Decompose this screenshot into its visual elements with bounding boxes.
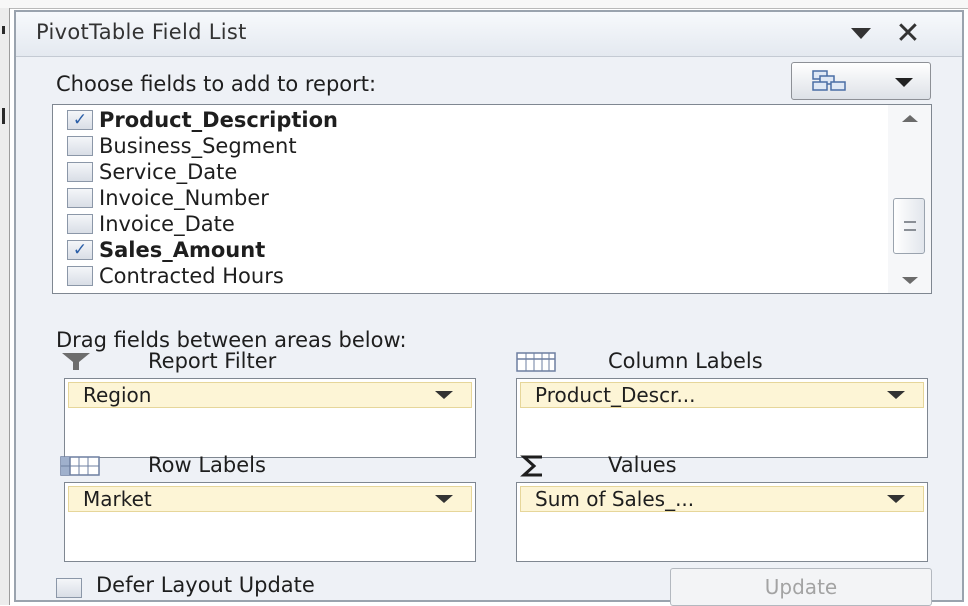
field-item-product-description[interactable]: ✓ Product_Description — [53, 107, 873, 133]
sigma-icon — [520, 455, 542, 477]
area-item-label: Sum of Sales_... — [535, 487, 695, 511]
field-label: Sales_Amount — [99, 238, 266, 262]
scroll-up-icon[interactable] — [902, 115, 918, 122]
field-item-invoice-number[interactable]: Invoice_Number — [53, 185, 873, 211]
field-item-business-segment[interactable]: Business_Segment — [53, 133, 873, 159]
close-icon[interactable]: ✕ — [888, 16, 928, 52]
chevron-down-icon[interactable] — [887, 391, 905, 399]
field-label: Contracted Hours — [99, 264, 284, 288]
field-list-scrollbar[interactable] — [888, 105, 931, 293]
left-edge-mark — [2, 26, 5, 34]
scroll-down-icon[interactable] — [902, 277, 918, 284]
row-labels-header: Row Labels — [148, 453, 266, 477]
field-list-layout-icon — [812, 70, 846, 91]
field-label: Business_Segment — [99, 134, 297, 158]
values-item[interactable]: Sum of Sales_... — [520, 486, 924, 512]
left-edge-mark — [2, 108, 5, 124]
field-item-invoice-date[interactable]: Invoice_Date — [53, 211, 873, 237]
values-header: Values — [608, 453, 677, 477]
report-filter-item[interactable]: Region — [68, 382, 472, 408]
field-list-layout-button[interactable] — [791, 62, 931, 100]
pivottable-field-list-panel: PivotTable Field List ✕ Choose fields to… — [14, 10, 964, 606]
window-left-edge — [0, 8, 10, 605]
chevron-down-icon[interactable] — [887, 495, 905, 503]
chevron-down-icon[interactable] — [435, 495, 453, 503]
update-button[interactable]: Update — [670, 568, 932, 606]
chevron-down-icon — [895, 78, 913, 87]
values-area[interactable]: Sum of Sales_... — [516, 482, 928, 562]
scroll-thumb[interactable] — [893, 198, 925, 254]
report-filter-header: Report Filter — [148, 349, 277, 373]
column-labels-header: Column Labels — [608, 349, 763, 373]
row-labels-item[interactable]: Market — [68, 486, 472, 512]
field-checkbox[interactable] — [67, 214, 93, 234]
field-label: Invoice_Date — [99, 212, 235, 236]
chevron-down-icon[interactable] — [435, 391, 453, 399]
panel-title-bar[interactable]: PivotTable Field List ✕ — [16, 12, 962, 57]
field-checkbox[interactable] — [67, 162, 93, 182]
panel-title: PivotTable Field List — [36, 20, 247, 44]
field-checkbox[interactable] — [67, 266, 93, 286]
field-checkbox[interactable] — [67, 188, 93, 208]
field-checkbox[interactable] — [67, 136, 93, 156]
field-label: Invoice_Number — [99, 186, 269, 210]
field-item-service-date[interactable]: Service_Date — [53, 159, 873, 185]
window-top-strip — [0, 0, 968, 9]
row-grid-icon — [60, 456, 100, 476]
defer-layout-checkbox[interactable] — [56, 578, 82, 598]
row-labels-area[interactable]: Market — [64, 482, 476, 562]
choose-fields-label: Choose fields to add to report: — [56, 72, 377, 96]
field-item-sales-amount[interactable]: ✓ Sales_Amount — [53, 237, 873, 263]
area-item-label: Region — [83, 383, 152, 407]
area-item-label: Product_Descr... — [535, 383, 696, 407]
column-labels-item[interactable]: Product_Descr... — [520, 382, 924, 408]
filter-icon — [62, 353, 90, 370]
field-item-contracted-hours[interactable]: Contracted Hours — [53, 263, 873, 289]
column-labels-area[interactable]: Product_Descr... — [516, 378, 928, 458]
defer-layout-label: Defer Layout Update — [96, 573, 315, 597]
field-label: Product_Description — [99, 108, 338, 132]
report-filter-area[interactable]: Region — [64, 378, 476, 458]
column-grid-icon — [516, 352, 556, 372]
field-label: Service_Date — [99, 160, 238, 184]
field-checkbox[interactable]: ✓ — [67, 110, 93, 130]
triangle-down-icon[interactable] — [851, 28, 871, 39]
field-checkbox[interactable]: ✓ — [67, 240, 93, 260]
field-list-box[interactable]: ✓ Product_Description Business_Segment S… — [52, 104, 932, 294]
grip-icon — [904, 221, 916, 231]
area-item-label: Market — [83, 487, 152, 511]
